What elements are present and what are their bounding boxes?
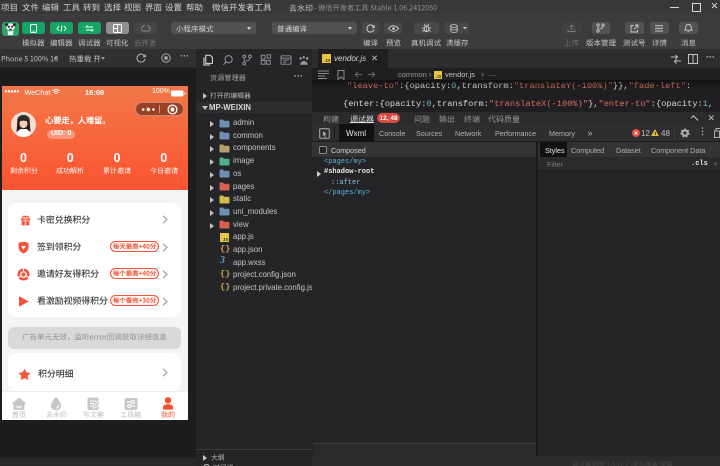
svg-text:JS: JS [436,74,441,79]
svg-text:JS: JS [325,58,331,63]
svg-text:JS: JS [223,237,229,242]
